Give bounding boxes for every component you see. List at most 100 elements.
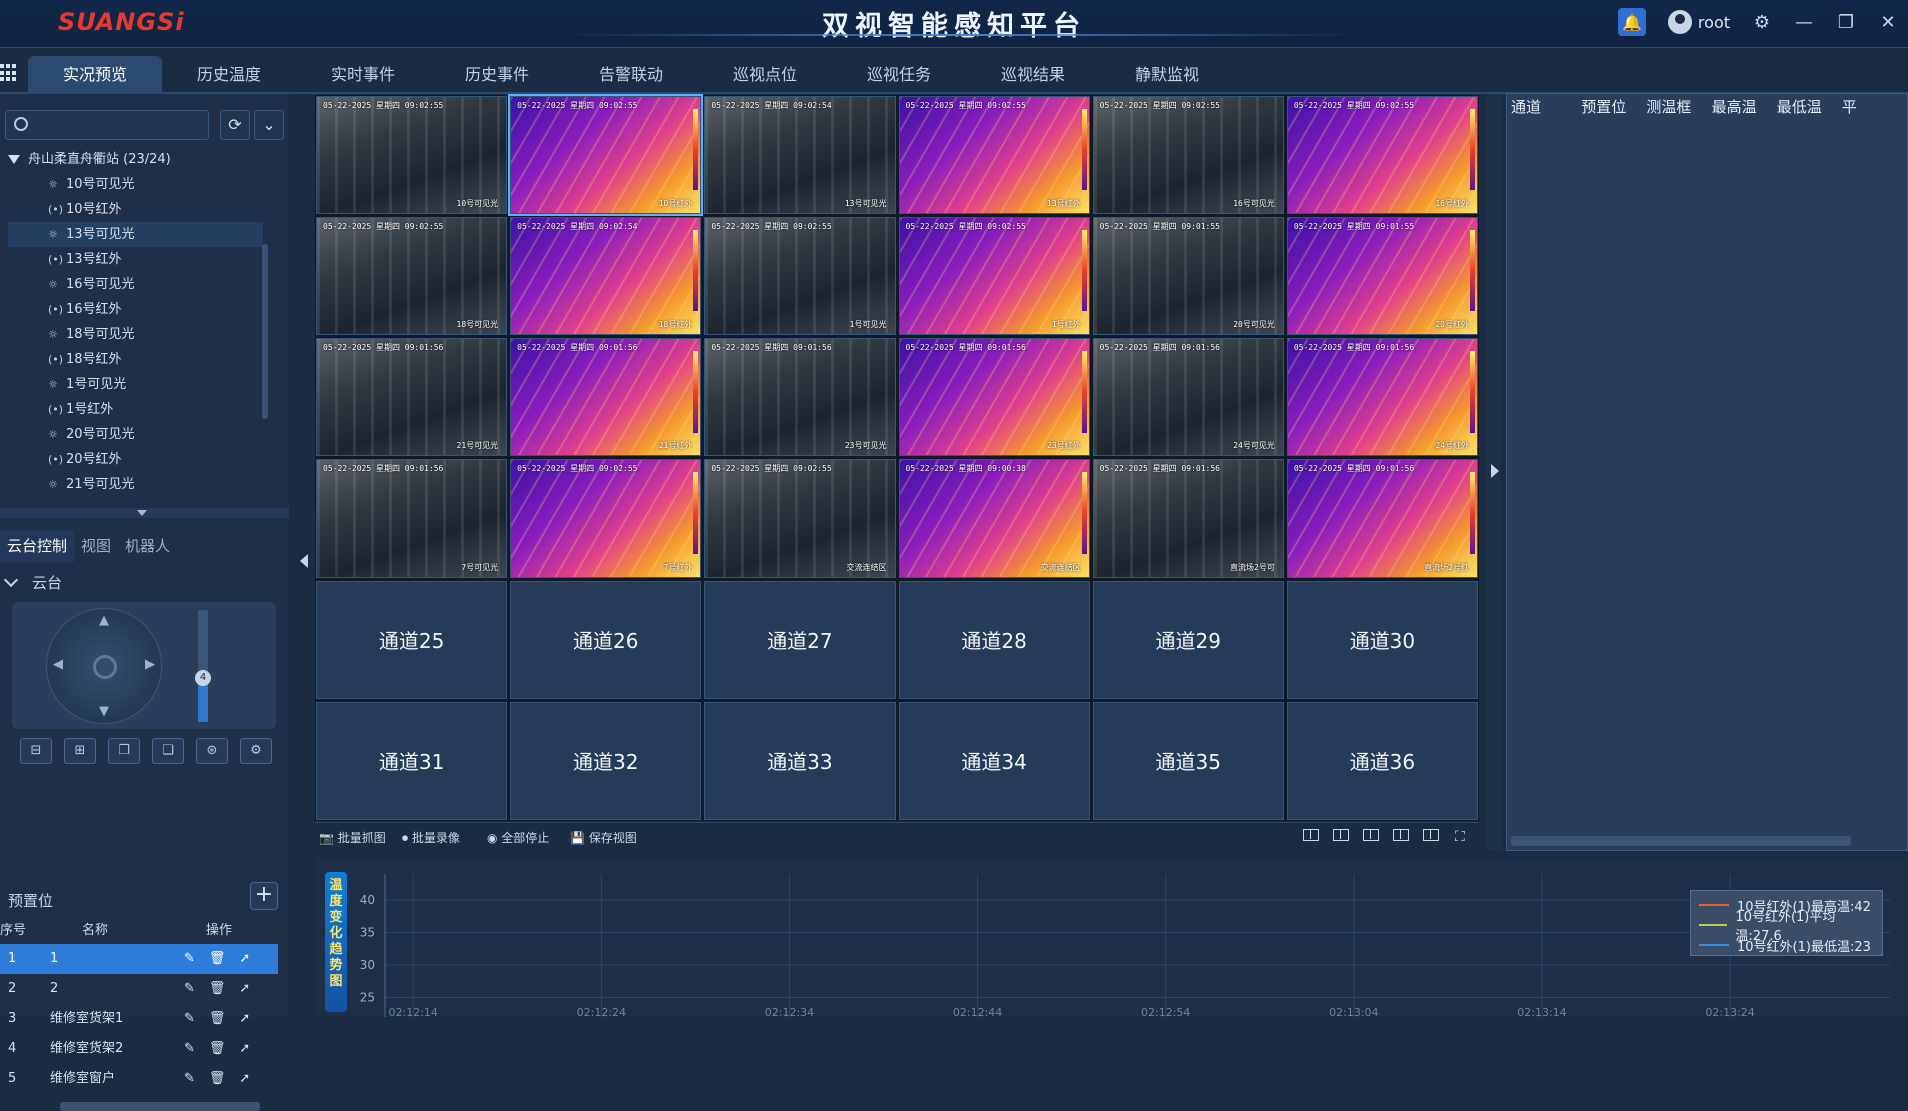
- layout-4-icon[interactable]: [1303, 829, 1319, 841]
- zoom-in-button[interactable]: ⊞: [64, 738, 96, 764]
- infrared-video-cell[interactable]: 05-22-2025 星期四 09:02:55 1号红外: [898, 217, 1090, 336]
- visible-video-cell[interactable]: 05-22-2025 星期四 09:02:55 18号可见光: [316, 217, 508, 336]
- tree-item-camera[interactable]: (•) 16号红外: [8, 297, 263, 322]
- tab-1[interactable]: 历史温度: [162, 56, 296, 94]
- infrared-video-cell[interactable]: 05-22-2025 星期四 09:02:55 13号红外: [898, 96, 1090, 215]
- visible-video-cell[interactable]: 05-22-2025 星期四 09:01:56 直流场2号可: [1092, 459, 1284, 578]
- tree-item-camera[interactable]: ☼ 13号可见光: [8, 222, 263, 247]
- tree-collapse-bar[interactable]: [0, 508, 289, 518]
- tree-item-camera[interactable]: ☼ 20号可见光: [8, 422, 263, 447]
- batch-snapshot-button[interactable]: 📷 批量抓图: [319, 829, 386, 846]
- empty-channel-cell[interactable]: 通道33: [704, 701, 896, 820]
- empty-channel-cell[interactable]: 通道30: [1286, 580, 1478, 699]
- gear-icon[interactable]: ⚙: [1752, 12, 1772, 33]
- infrared-video-cell[interactable]: 05-22-2025 星期四 09:02:55 10号红外: [508, 93, 704, 217]
- apps-grid-icon[interactable]: [0, 64, 18, 82]
- edit-icon[interactable]: ✎: [184, 1064, 195, 1094]
- empty-channel-cell[interactable]: 通道28: [898, 580, 1090, 699]
- trash-icon[interactable]: 🗑: [209, 1034, 226, 1064]
- goto-pin-icon[interactable]: ➚: [239, 1064, 250, 1094]
- tree-item-camera[interactable]: ☼ 1号可见光: [8, 372, 263, 397]
- empty-channel-cell[interactable]: 通道25: [316, 580, 508, 699]
- trash-icon[interactable]: 🗑: [209, 1064, 226, 1094]
- fullscreen-icon[interactable]: ⛶: [1455, 829, 1465, 845]
- tree-item-camera[interactable]: ☼ 10号可见光: [8, 172, 263, 197]
- preset-row[interactable]: 3 维修室货架1 ✎ 🗑 ➚: [0, 1004, 278, 1034]
- right-horizontal-scrollbar[interactable]: [1511, 836, 1851, 846]
- tab-7[interactable]: 巡视结果: [966, 56, 1100, 94]
- tab-5[interactable]: 巡视点位: [698, 56, 832, 94]
- subtab-0[interactable]: 云台控制: [0, 530, 75, 562]
- tree-root-station[interactable]: 舟山柔直舟衢站 (23/24): [8, 148, 263, 172]
- empty-channel-cell[interactable]: 通道32: [510, 701, 702, 820]
- settings-gear-button[interactable]: ⚙: [240, 738, 272, 764]
- preset-row[interactable]: 1 1 ✎ 🗑 ➚: [0, 944, 278, 974]
- infrared-video-cell[interactable]: 05-22-2025 星期四 09:02:55 16号红外: [1286, 96, 1478, 215]
- subtab-2[interactable]: 机器人: [118, 530, 177, 562]
- expand-dropdown-button[interactable]: ⌄: [254, 110, 284, 140]
- empty-channel-cell[interactable]: 通道31: [316, 701, 508, 820]
- arrow-up-icon[interactable]: ▲: [99, 613, 109, 628]
- visible-video-cell[interactable]: 05-22-2025 星期四 09:01:55 20号可见光: [1092, 217, 1284, 336]
- tab-6[interactable]: 巡视任务: [832, 56, 966, 94]
- preset-row[interactable]: 4 维修室货架2 ✎ 🗑 ➚: [0, 1034, 278, 1064]
- right-collapse-splitter[interactable]: [1487, 94, 1501, 850]
- wiper-button[interactable]: ⊛: [196, 738, 228, 764]
- trash-icon[interactable]: 🗑: [209, 974, 226, 1004]
- infrared-video-cell[interactable]: 05-22-2025 星期四 09:02:55 7号红外: [510, 459, 702, 578]
- add-preset-button[interactable]: +: [250, 882, 278, 910]
- visible-video-cell[interactable]: 05-22-2025 星期四 09:02:55 10号可见光: [316, 96, 508, 215]
- empty-channel-cell[interactable]: 通道29: [1092, 580, 1284, 699]
- infrared-video-cell[interactable]: 05-22-2025 星期四 09:01:55 20号红外: [1286, 217, 1478, 336]
- goto-pin-icon[interactable]: ➚: [239, 944, 250, 974]
- tree-scrollbar[interactable]: [262, 244, 268, 419]
- left-collapse-splitter[interactable]: [298, 94, 310, 1017]
- visible-video-cell[interactable]: 05-22-2025 星期四 09:01:56 7号可见光: [316, 459, 508, 578]
- visible-video-cell[interactable]: 05-22-2025 星期四 09:02:54 13号可见光: [704, 96, 896, 215]
- visible-video-cell[interactable]: 05-22-2025 星期四 09:01:56 24号可见光: [1092, 338, 1284, 457]
- tree-item-camera[interactable]: (•) 18号红外: [8, 347, 263, 372]
- tab-3[interactable]: 历史事件: [430, 56, 564, 94]
- tree-item-camera[interactable]: (•) 1号红外: [8, 397, 263, 422]
- infrared-video-cell[interactable]: 05-22-2025 星期四 09:01:56 23号红外: [898, 338, 1090, 457]
- empty-channel-cell[interactable]: 通道26: [510, 580, 702, 699]
- tree-item-camera[interactable]: ☼ 21号可见光: [8, 472, 263, 493]
- visible-video-cell[interactable]: 05-22-2025 星期四 09:01:56 21号可见光: [316, 338, 508, 457]
- tree-item-camera[interactable]: (•) 13号红外: [8, 247, 263, 272]
- collapse-triangle-icon[interactable]: [8, 155, 20, 164]
- edit-icon[interactable]: ✎: [184, 974, 195, 1004]
- arrow-down-icon[interactable]: ▼: [99, 704, 109, 719]
- infrared-video-cell[interactable]: 05-22-2025 星期四 09:01:56 21号红外: [510, 338, 702, 457]
- zoom-out-button[interactable]: ⊟: [20, 738, 52, 764]
- empty-channel-cell[interactable]: 通道34: [898, 701, 1090, 820]
- tree-item-camera[interactable]: ☼ 18号可见光: [8, 322, 263, 347]
- ptz-direction-pad[interactable]: ▲ ▼ ◀ ▶: [46, 608, 162, 724]
- user-menu[interactable]: root: [1667, 10, 1730, 34]
- bell-icon[interactable]: 🔔: [1617, 8, 1646, 36]
- layout-6-icon[interactable]: [1333, 829, 1349, 841]
- goto-pin-icon[interactable]: ➚: [239, 1034, 250, 1064]
- arrow-left-icon[interactable]: ◀: [53, 657, 63, 672]
- tab-4[interactable]: 告警联动: [564, 56, 698, 94]
- close-icon[interactable]: ✕: [1878, 12, 1898, 33]
- layout-9-icon[interactable]: [1363, 829, 1379, 841]
- tree-item-camera[interactable]: (•) 20号红外: [8, 447, 263, 472]
- device-search-input[interactable]: [5, 110, 209, 140]
- visible-video-cell[interactable]: 05-22-2025 星期四 09:01:56 23号可见光: [704, 338, 896, 457]
- minimize-icon[interactable]: —: [1794, 12, 1814, 33]
- batch-record-button[interactable]: ⏺ 批量录像: [402, 829, 460, 846]
- tab-0[interactable]: 实况预览: [28, 56, 162, 94]
- tree-item-camera[interactable]: (•) 10号红外: [8, 197, 263, 222]
- subtab-1[interactable]: 视图: [74, 530, 118, 562]
- save-view-button[interactable]: 💾 保存视图: [570, 829, 637, 846]
- empty-channel-cell[interactable]: 通道27: [704, 580, 896, 699]
- tree-item-camera[interactable]: ☼ 16号可见光: [8, 272, 263, 297]
- goto-pin-icon[interactable]: ➚: [239, 1004, 250, 1034]
- trash-icon[interactable]: 🗑: [209, 944, 226, 974]
- edit-icon[interactable]: ✎: [184, 1004, 195, 1034]
- visible-video-cell[interactable]: 05-22-2025 星期四 09:02:55 1号可见光: [704, 217, 896, 336]
- arrow-right-icon[interactable]: ▶: [145, 657, 155, 672]
- ptz-section-header[interactable]: 云台: [0, 572, 62, 593]
- focus-near-button[interactable]: ❐: [108, 738, 140, 764]
- zoom-slider[interactable]: 4: [195, 610, 211, 722]
